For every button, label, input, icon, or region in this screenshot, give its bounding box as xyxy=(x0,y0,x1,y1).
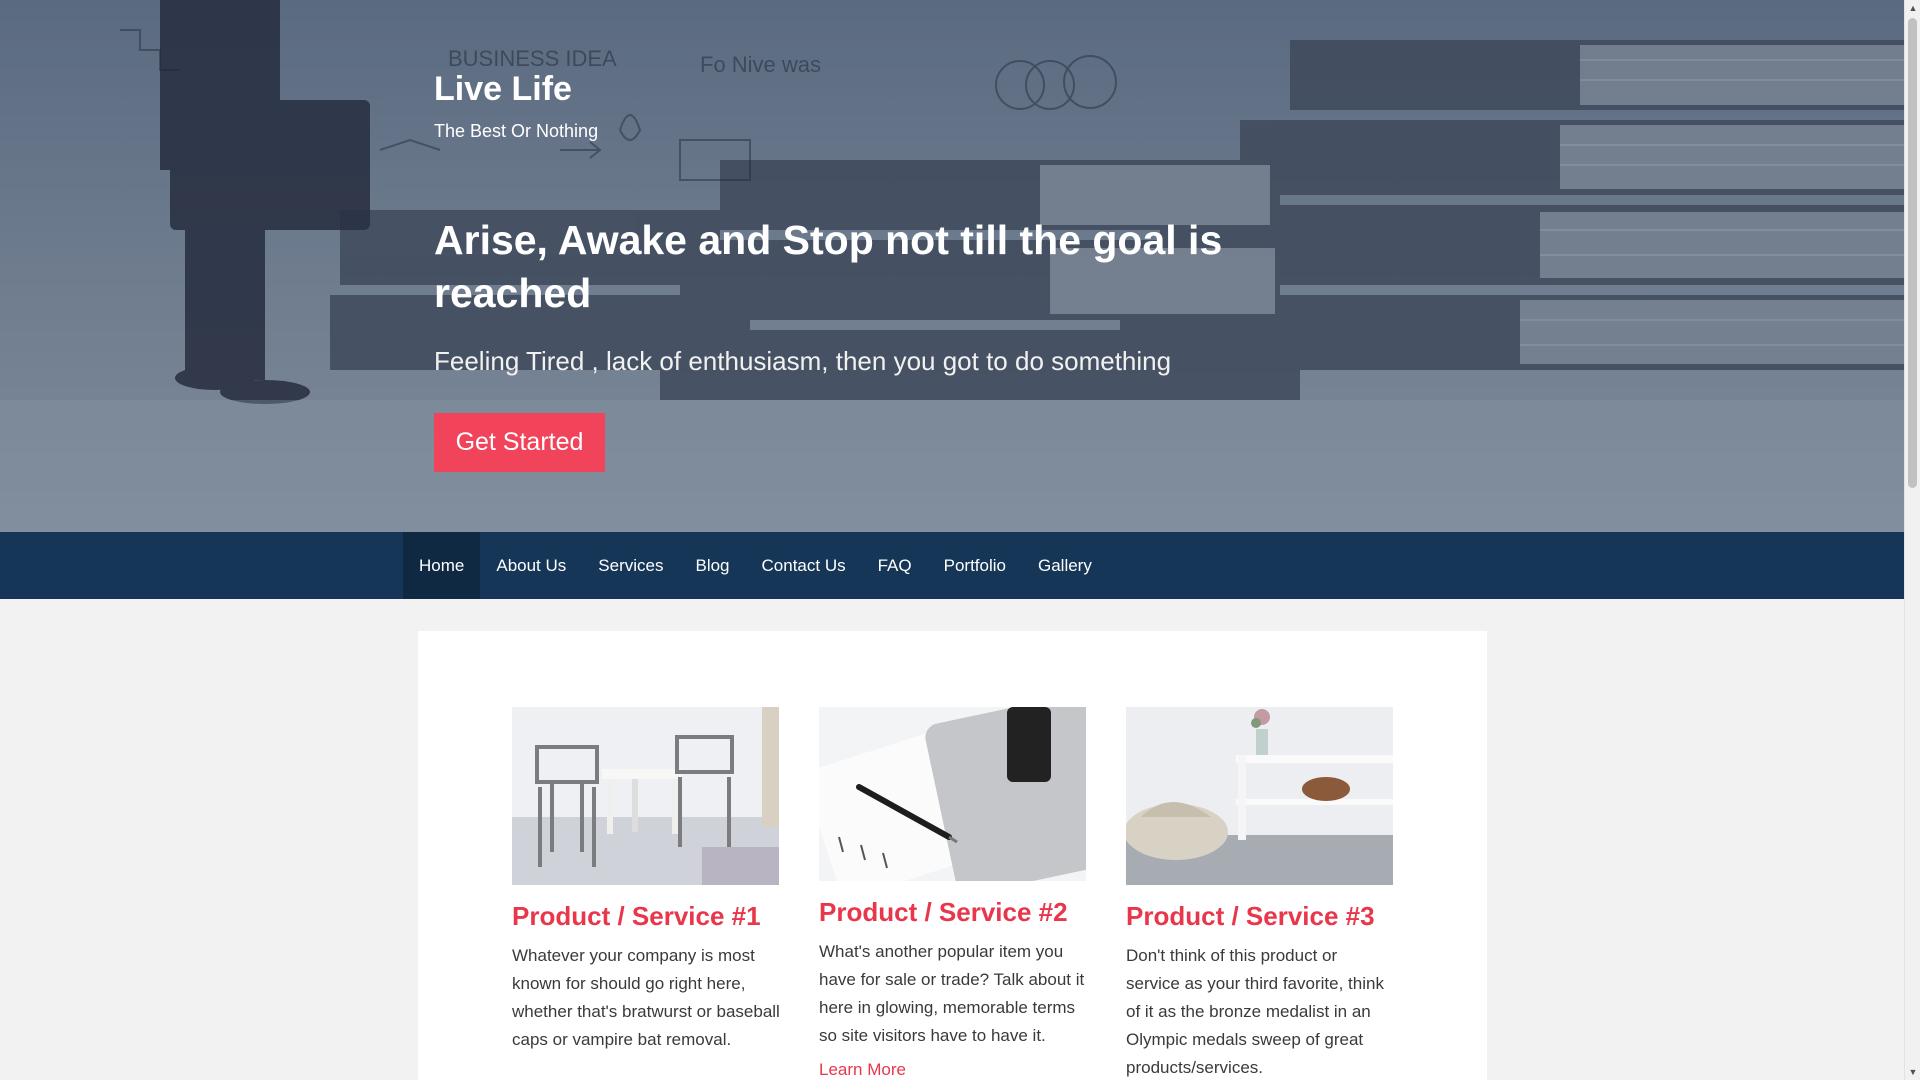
nav-item-gallery[interactable]: Gallery xyxy=(1022,532,1108,599)
product-image-shelf[interactable] xyxy=(1126,707,1393,885)
scroll-up-arrow-icon[interactable]: ▲ xyxy=(1905,0,1920,16)
product-title-1[interactable]: Product / Service #1 xyxy=(512,901,780,932)
doodle-scribble: Fo Nive was xyxy=(700,52,821,77)
nav-item-faq[interactable]: FAQ xyxy=(862,532,928,599)
hero-headline: Arise, Awake and Stop not till the goal … xyxy=(434,217,1223,316)
product-description-2: What's another popular item you have for… xyxy=(819,942,1085,1045)
product-card-3: Product / Service #3 Don't think of this… xyxy=(1126,707,1394,1080)
page-scrollbar[interactable]: ▲ ▼ xyxy=(1904,0,1920,1080)
doodle-business-idea: BUSINESS IDEA xyxy=(448,46,617,71)
product-image-tablet[interactable] xyxy=(819,707,1086,881)
get-started-button[interactable]: Get Started xyxy=(434,413,605,472)
product-title-2[interactable]: Product / Service #2 xyxy=(819,897,1087,928)
products-section: Product / Service #1 Whatever your compa… xyxy=(418,631,1487,1080)
main-navigation: Home About Us Services Blog Contact Us F… xyxy=(0,532,1904,599)
site-title[interactable]: Live Life xyxy=(434,70,572,109)
product-card-1: Product / Service #1 Whatever your compa… xyxy=(512,707,780,1054)
learn-more-link[interactable]: Learn More xyxy=(819,1060,1087,1080)
site-tagline: The Best Or Nothing xyxy=(434,121,599,141)
nav-item-blog[interactable]: Blog xyxy=(679,532,745,599)
product-description-3: Don't think of this product or service a… xyxy=(1126,946,1384,1077)
nav-item-home[interactable]: Home xyxy=(403,532,481,599)
hero-subheadline: Feeling Tired , lack of enthusiasm, then… xyxy=(434,346,1172,376)
nav-item-about-us[interactable]: About Us xyxy=(480,532,582,599)
nav-list: Home About Us Services Blog Contact Us F… xyxy=(403,532,1108,599)
product-card-2: Product / Service #2 What's another popu… xyxy=(819,707,1087,1080)
scroll-thumb[interactable] xyxy=(1908,18,1917,488)
nav-item-services[interactable]: Services xyxy=(582,532,679,599)
scroll-down-arrow-icon[interactable]: ▼ xyxy=(1905,1064,1920,1080)
nav-item-contact-us[interactable]: Contact Us xyxy=(746,532,862,599)
nav-item-portfolio[interactable]: Portfolio xyxy=(928,532,1022,599)
product-description-1: Whatever your company is most known for … xyxy=(512,946,780,1049)
product-title-3[interactable]: Product / Service #3 xyxy=(1126,901,1394,932)
product-image-chairs[interactable] xyxy=(512,707,779,885)
hero-banner: BUSINESS IDEA Fo Nive was Live Life The … xyxy=(0,0,1904,532)
